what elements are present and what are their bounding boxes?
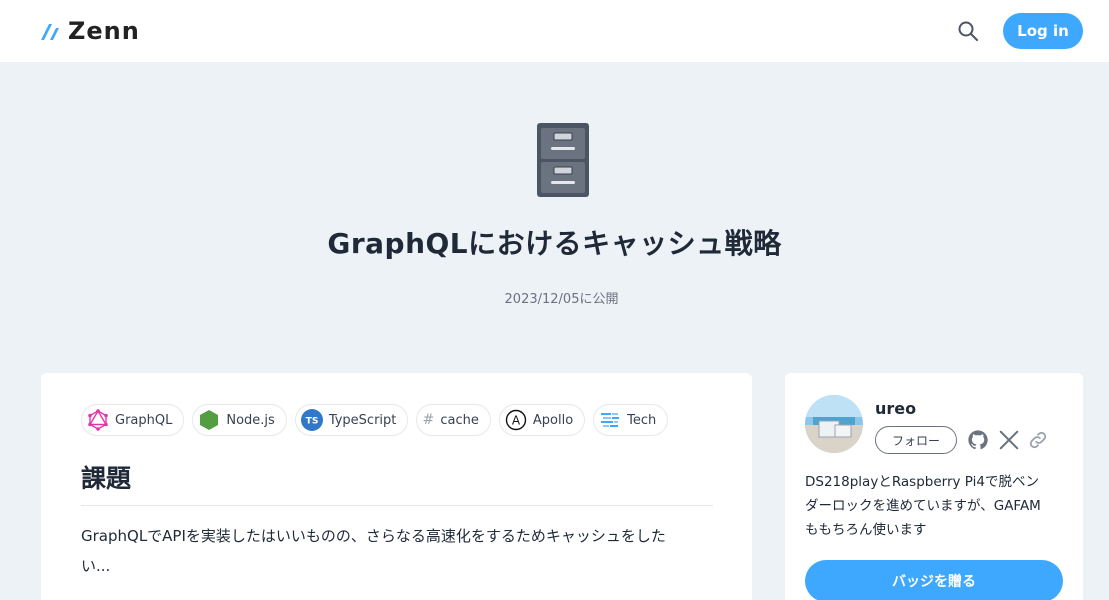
- bio-line: ももちろん使います: [805, 522, 927, 538]
- author-bio: DS218playとRaspberry Pi4で脱ベン ダーロックを進めています…: [805, 470, 1067, 542]
- typescript-icon: TS: [300, 409, 323, 431]
- header-actions: Log in: [957, 13, 1083, 49]
- nodejs-icon: [198, 409, 220, 431]
- zenn-logo-icon: [41, 24, 59, 40]
- link-icon[interactable]: [1027, 429, 1049, 451]
- section-heading: 課題: [81, 459, 713, 506]
- article-title: GraphQLにおけるキャッシュ戦略: [327, 227, 782, 260]
- topic-typescript[interactable]: TS TypeScript: [294, 404, 409, 436]
- x-icon[interactable]: [998, 429, 1020, 451]
- topic-list: GraphQL Node.js TS TypeScript # cache A …: [81, 404, 669, 436]
- file-cabinet-icon: [537, 123, 589, 197]
- topic-label: Node.js: [226, 412, 275, 428]
- topic-nodejs[interactable]: Node.js: [192, 404, 287, 436]
- hash-icon: #: [422, 412, 435, 428]
- topic-label: Tech: [627, 412, 657, 428]
- zenn-logo[interactable]: Zenn: [40, 17, 140, 45]
- body-line: GraphQLでAPIを実装したはいいものの、さらなる高速化をするためキャッシュ…: [81, 527, 666, 545]
- article-card: GraphQL Node.js TS TypeScript # cache A …: [41, 373, 752, 600]
- search-icon[interactable]: [957, 20, 979, 42]
- topic-label: Apollo: [532, 412, 574, 428]
- graphql-icon: [87, 409, 109, 431]
- github-icon[interactable]: [967, 429, 989, 451]
- topic-apollo[interactable]: A Apollo: [498, 404, 586, 436]
- follow-button[interactable]: フォロー: [875, 426, 957, 454]
- topic-label: GraphQL: [115, 412, 173, 428]
- topic-label: TypeScript: [328, 412, 397, 428]
- send-badge-button[interactable]: バッジを贈る: [805, 560, 1063, 600]
- topic-cache[interactable]: # cache: [416, 404, 491, 436]
- topic-graphql[interactable]: GraphQL: [81, 404, 185, 436]
- topic-label: cache: [440, 412, 479, 428]
- logo-text: Zenn: [68, 17, 140, 45]
- bio-line: DS218playとRaspberry Pi4で脱ベン: [805, 474, 1039, 490]
- author-name[interactable]: ureo: [875, 399, 916, 418]
- published-date: 2023/12/05に公開: [504, 292, 619, 307]
- apollo-icon: A: [505, 409, 527, 431]
- site-header: Zenn Log in: [0, 0, 1109, 62]
- article-body: GraphQLでAPIを実装したはいいものの、さらなる高速化をするためキャッシュ…: [81, 521, 721, 581]
- tech-icon: [599, 409, 621, 431]
- body-line: い...: [81, 557, 111, 575]
- login-button[interactable]: Log in: [1003, 13, 1083, 49]
- author-card: ureo フォロー DS218playとRaspberry Pi4で脱ベン ダー…: [785, 373, 1083, 600]
- svg-text:TS: TS: [305, 416, 318, 427]
- bio-line: ダーロックを進めていますが、GAFAM: [805, 498, 1041, 514]
- avatar[interactable]: [805, 395, 863, 453]
- svg-text:A: A: [512, 414, 521, 428]
- topic-tech[interactable]: Tech: [593, 404, 669, 436]
